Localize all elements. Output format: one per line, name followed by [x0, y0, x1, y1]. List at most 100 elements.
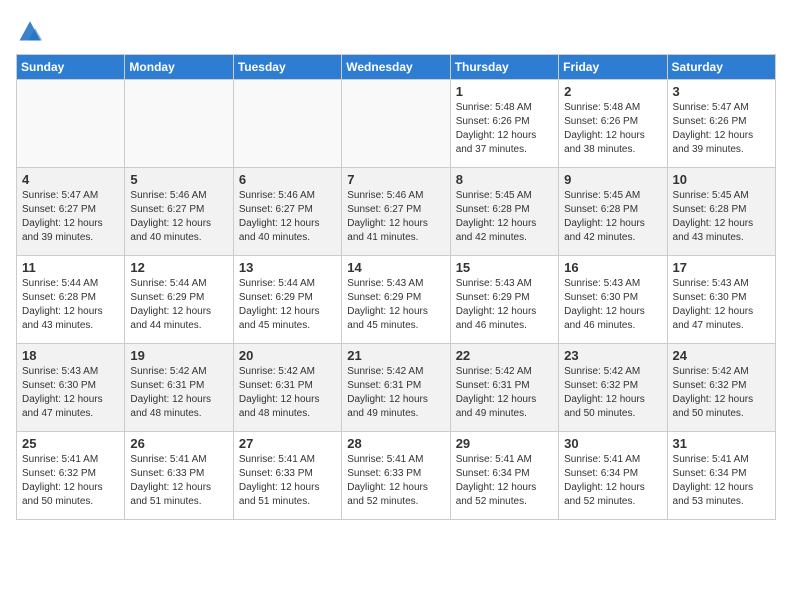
- calendar-cell: 8 Sunrise: 5:45 AM Sunset: 6:28 PM Daylig…: [450, 168, 558, 256]
- day-number: 3: [673, 84, 770, 99]
- calendar-cell: 21Sunrise: 5:42 AM Sunset: 6:31 PM Dayli…: [342, 344, 450, 432]
- day-number: 26: [130, 436, 227, 451]
- day-info: Sunrise: 5:42 AM Sunset: 6:32 PM Dayligh…: [564, 365, 661, 421]
- weekday-header: Sunday: [17, 55, 125, 80]
- day-info: Sunrise: 5:41 AM Sunset: 6:33 PM Dayligh…: [239, 453, 336, 509]
- weekday-header: Wednesday: [342, 55, 450, 80]
- day-number: 15: [456, 260, 553, 275]
- calendar-cell: 17Sunrise: 5:43 AM Sunset: 6:30 PM Dayli…: [667, 256, 775, 344]
- day-info: Sunrise: 5:41 AM Sunset: 6:34 PM Dayligh…: [673, 453, 770, 509]
- day-info: Sunrise: 5:48 AM Sunset: 6:26 PM Dayligh…: [564, 101, 661, 157]
- weekday-header: Saturday: [667, 55, 775, 80]
- day-info: Sunrise: 5:47 AM Sunset: 6:27 PM Dayligh…: [22, 189, 119, 245]
- weekday-header: Friday: [559, 55, 667, 80]
- day-info: Sunrise: 5:44 AM Sunset: 6:29 PM Dayligh…: [239, 277, 336, 333]
- day-number: 27: [239, 436, 336, 451]
- calendar-cell: [342, 80, 450, 168]
- calendar-cell: 9 Sunrise: 5:45 AM Sunset: 6:28 PM Daylig…: [559, 168, 667, 256]
- day-number: 9: [564, 172, 661, 187]
- calendar-cell: 6 Sunrise: 5:46 AM Sunset: 6:27 PM Daylig…: [233, 168, 341, 256]
- calendar-cell: 20 Sunrise: 5:42 AM Sunset: 6:31 PM Dayli…: [233, 344, 341, 432]
- page-header: [16, 16, 776, 44]
- calendar-cell: 3 Sunrise: 5:47 AM Sunset: 6:26 PM Daylig…: [667, 80, 775, 168]
- day-info: Sunrise: 5:43 AM Sunset: 6:30 PM Dayligh…: [564, 277, 661, 333]
- calendar-cell: 25 Sunrise: 5:41 AM Sunset: 6:32 PM Dayli…: [17, 432, 125, 520]
- day-info: Sunrise: 5:41 AM Sunset: 6:33 PM Dayligh…: [130, 453, 227, 509]
- day-number: 31: [673, 436, 770, 451]
- calendar-table: SundayMondayTuesdayWednesdayThursdayFrid…: [16, 54, 776, 520]
- day-info: Sunrise: 5:43 AM Sunset: 6:29 PM Dayligh…: [456, 277, 553, 333]
- calendar-cell: 19Sunrise: 5:42 AM Sunset: 6:31 PM Dayli…: [125, 344, 233, 432]
- day-info: Sunrise: 5:44 AM Sunset: 6:28 PM Dayligh…: [22, 277, 119, 333]
- day-number: 12: [130, 260, 227, 275]
- day-info: Sunrise: 5:46 AM Sunset: 6:27 PM Dayligh…: [239, 189, 336, 245]
- day-number: 8: [456, 172, 553, 187]
- day-number: 19: [130, 348, 227, 363]
- day-info: Sunrise: 5:47 AM Sunset: 6:26 PM Dayligh…: [673, 101, 770, 157]
- calendar-cell: 16 Sunrise: 5:43 AM Sunset: 6:30 PM Dayli…: [559, 256, 667, 344]
- day-number: 23: [564, 348, 661, 363]
- calendar-week-row: 11 Sunrise: 5:44 AM Sunset: 6:28 PM Dayli…: [17, 256, 776, 344]
- day-number: 6: [239, 172, 336, 187]
- day-number: 25: [22, 436, 119, 451]
- day-info: Sunrise: 5:42 AM Sunset: 6:31 PM Dayligh…: [239, 365, 336, 421]
- day-number: 20: [239, 348, 336, 363]
- day-info: Sunrise: 5:41 AM Sunset: 6:34 PM Dayligh…: [456, 453, 553, 509]
- calendar-cell: 18 Sunrise: 5:43 AM Sunset: 6:30 PM Dayli…: [17, 344, 125, 432]
- day-number: 30: [564, 436, 661, 451]
- day-number: 7: [347, 172, 444, 187]
- day-info: Sunrise: 5:45 AM Sunset: 6:28 PM Dayligh…: [456, 189, 553, 245]
- calendar-week-row: 4Sunrise: 5:47 AM Sunset: 6:27 PM Daylig…: [17, 168, 776, 256]
- weekday-header: Monday: [125, 55, 233, 80]
- calendar-header-row: SundayMondayTuesdayWednesdayThursdayFrid…: [17, 55, 776, 80]
- calendar-cell: 27 Sunrise: 5:41 AM Sunset: 6:33 PM Dayli…: [233, 432, 341, 520]
- day-number: 2: [564, 84, 661, 99]
- day-info: Sunrise: 5:41 AM Sunset: 6:32 PM Dayligh…: [22, 453, 119, 509]
- day-info: Sunrise: 5:48 AM Sunset: 6:26 PM Dayligh…: [456, 101, 553, 157]
- day-number: 29: [456, 436, 553, 451]
- weekday-header: Thursday: [450, 55, 558, 80]
- day-info: Sunrise: 5:44 AM Sunset: 6:29 PM Dayligh…: [130, 277, 227, 333]
- day-info: Sunrise: 5:46 AM Sunset: 6:27 PM Dayligh…: [347, 189, 444, 245]
- calendar-cell: 10 Sunrise: 5:45 AM Sunset: 6:28 PM Dayli…: [667, 168, 775, 256]
- day-info: Sunrise: 5:43 AM Sunset: 6:29 PM Dayligh…: [347, 277, 444, 333]
- day-info: Sunrise: 5:42 AM Sunset: 6:31 PM Dayligh…: [456, 365, 553, 421]
- day-info: Sunrise: 5:43 AM Sunset: 6:30 PM Dayligh…: [673, 277, 770, 333]
- calendar-week-row: 25 Sunrise: 5:41 AM Sunset: 6:32 PM Dayli…: [17, 432, 776, 520]
- calendar-cell: 14 Sunrise: 5:43 AM Sunset: 6:29 PM Dayli…: [342, 256, 450, 344]
- calendar-cell: 15 Sunrise: 5:43 AM Sunset: 6:29 PM Dayli…: [450, 256, 558, 344]
- logo-icon: [16, 16, 44, 44]
- day-number: 10: [673, 172, 770, 187]
- logo: [16, 16, 48, 44]
- calendar-cell: 24 Sunrise: 5:42 AM Sunset: 6:32 PM Dayli…: [667, 344, 775, 432]
- day-number: 24: [673, 348, 770, 363]
- weekday-header: Tuesday: [233, 55, 341, 80]
- calendar-cell: 28 Sunrise: 5:41 AM Sunset: 6:33 PM Dayli…: [342, 432, 450, 520]
- calendar-cell: 29 Sunrise: 5:41 AM Sunset: 6:34 PM Dayli…: [450, 432, 558, 520]
- day-info: Sunrise: 5:42 AM Sunset: 6:32 PM Dayligh…: [673, 365, 770, 421]
- day-number: 21: [347, 348, 444, 363]
- day-number: 16: [564, 260, 661, 275]
- calendar-week-row: 18 Sunrise: 5:43 AM Sunset: 6:30 PM Dayli…: [17, 344, 776, 432]
- calendar-cell: [17, 80, 125, 168]
- day-number: 18: [22, 348, 119, 363]
- calendar-cell: 23 Sunrise: 5:42 AM Sunset: 6:32 PM Dayli…: [559, 344, 667, 432]
- day-number: 14: [347, 260, 444, 275]
- calendar-cell: 30 Sunrise: 5:41 AM Sunset: 6:34 PM Dayli…: [559, 432, 667, 520]
- day-number: 11: [22, 260, 119, 275]
- calendar-cell: 22Sunrise: 5:42 AM Sunset: 6:31 PM Dayli…: [450, 344, 558, 432]
- day-info: Sunrise: 5:41 AM Sunset: 6:33 PM Dayligh…: [347, 453, 444, 509]
- calendar-cell: [233, 80, 341, 168]
- day-number: 1: [456, 84, 553, 99]
- calendar-cell: 5Sunrise: 5:46 AM Sunset: 6:27 PM Daylig…: [125, 168, 233, 256]
- day-info: Sunrise: 5:41 AM Sunset: 6:34 PM Dayligh…: [564, 453, 661, 509]
- day-info: Sunrise: 5:45 AM Sunset: 6:28 PM Dayligh…: [673, 189, 770, 245]
- day-info: Sunrise: 5:43 AM Sunset: 6:30 PM Dayligh…: [22, 365, 119, 421]
- calendar-cell: 1 Sunrise: 5:48 AM Sunset: 6:26 PM Daylig…: [450, 80, 558, 168]
- day-number: 5: [130, 172, 227, 187]
- day-info: Sunrise: 5:45 AM Sunset: 6:28 PM Dayligh…: [564, 189, 661, 245]
- calendar-week-row: 1 Sunrise: 5:48 AM Sunset: 6:26 PM Daylig…: [17, 80, 776, 168]
- calendar-cell: 31 Sunrise: 5:41 AM Sunset: 6:34 PM Dayli…: [667, 432, 775, 520]
- day-number: 28: [347, 436, 444, 451]
- day-number: 13: [239, 260, 336, 275]
